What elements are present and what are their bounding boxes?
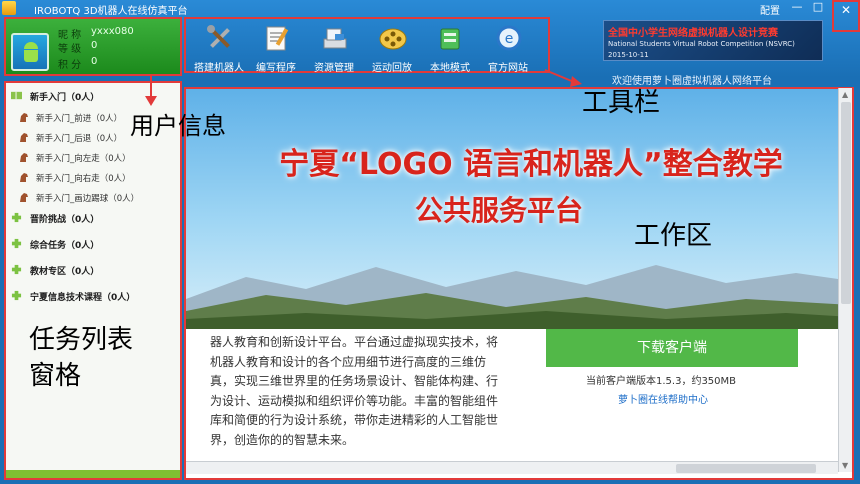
mountains-image bbox=[186, 265, 852, 329]
annotation-toolbar: 工具栏 bbox=[582, 88, 661, 118]
plus-icon bbox=[11, 290, 22, 301]
scroll-down-icon[interactable]: ▼ bbox=[842, 461, 848, 470]
hero-headline: 宁夏“LOGO 语言和机器人”整合教学 bbox=[279, 147, 783, 182]
book-icon bbox=[11, 91, 22, 100]
banner-title: 全国中小学生网络虚拟机器人设计竞赛 bbox=[608, 28, 778, 39]
svg-text:e: e bbox=[505, 31, 514, 47]
toolbar-label: 编写程序 bbox=[256, 63, 296, 74]
annotation-user-info: 用户信息 bbox=[130, 112, 226, 140]
toolbar: 搭建机器人 编写程序 资源管理 运动回放 本地模式 e 官方网站 bbox=[184, 17, 550, 74]
horizontal-scrollbar[interactable] bbox=[186, 461, 838, 474]
local-mode-icon bbox=[440, 28, 460, 50]
official-website-button[interactable]: e 官方网站 bbox=[480, 22, 536, 74]
resources-icon bbox=[323, 28, 347, 49]
scroll-thumb[interactable] bbox=[841, 102, 851, 304]
points-label: 积 分 bbox=[58, 60, 82, 71]
task-group-comprehensive[interactable]: 综合任务（0人） bbox=[10, 235, 180, 253]
write-program-button[interactable]: 编写程序 bbox=[248, 22, 304, 74]
vertical-scrollbar[interactable]: ▲ ▼ bbox=[838, 88, 852, 472]
minimize-button[interactable]: — bbox=[788, 0, 806, 14]
android-body-icon bbox=[24, 50, 38, 62]
level-value: 0 bbox=[91, 40, 98, 51]
scroll-up-icon[interactable]: ▲ bbox=[842, 90, 848, 99]
task-group-label: 教材专区（0人） bbox=[30, 267, 100, 277]
horse-icon bbox=[20, 153, 28, 162]
horse-icon bbox=[20, 173, 28, 182]
settings-button[interactable]: 配置 bbox=[760, 2, 780, 17]
horizontal-scroll-thumb[interactable] bbox=[676, 464, 816, 473]
avatar[interactable] bbox=[11, 33, 49, 71]
annotation-task-pane: 任务列表窗格 bbox=[29, 325, 134, 391]
task-item[interactable]: 新手入门_向右走（0人） bbox=[18, 168, 178, 186]
points-value: 0 bbox=[91, 56, 98, 67]
arrow-head bbox=[570, 76, 582, 87]
close-button[interactable]: ✕ bbox=[832, 0, 860, 32]
nickname-label: 昵 称 bbox=[58, 30, 82, 41]
platform-description: 器人教育和创新设计平台。平台通过虚拟现实技术，将机器人教育和设计的各个应用细节进… bbox=[210, 335, 499, 447]
horse-icon bbox=[20, 133, 28, 142]
title-bar: IROBOTQ 3D机器人在线仿真平台 配置 — □ ✕ bbox=[0, 0, 860, 32]
toolbar-label: 官方网站 bbox=[488, 63, 528, 74]
task-group-label: 综合任务（0人） bbox=[30, 241, 100, 251]
resource-management-button[interactable]: 资源管理 bbox=[306, 22, 362, 74]
task-pane-footer bbox=[6, 470, 180, 478]
hero-subheadline: 公共服务平台 bbox=[414, 194, 583, 227]
toolbar-label: 本地模式 bbox=[430, 63, 470, 74]
toolbar-label: 搭建机器人 bbox=[194, 63, 244, 74]
task-group-advanced[interactable]: 晋阶挑战（0人） bbox=[10, 209, 180, 227]
task-group-label: 宁夏信息技术课程（0人） bbox=[30, 293, 136, 303]
annotation-workspace: 工作区 bbox=[634, 221, 713, 251]
level-label: 等 级 bbox=[58, 44, 82, 55]
build-robot-button[interactable]: 搭建机器人 bbox=[191, 22, 247, 74]
android-icon bbox=[24, 42, 38, 49]
task-group-label: 晋阶挑战（0人） bbox=[30, 215, 100, 225]
plus-icon bbox=[11, 212, 22, 223]
download-client-button[interactable]: 下载客户端 bbox=[546, 329, 798, 367]
task-group-beginner[interactable]: 新手入门（0人） bbox=[10, 87, 180, 105]
user-info-panel: 昵 称 yxxx080 等 级 0 积 分 0 bbox=[4, 17, 182, 76]
task-item[interactable]: 新手入门_画边踢球（0人） bbox=[18, 188, 178, 206]
client-version-text: 当前客户端版本1.5.3，约350MB bbox=[586, 376, 737, 387]
window-title: IROBOTQ 3D机器人在线仿真平台 bbox=[34, 6, 188, 17]
app-logo-icon bbox=[2, 1, 16, 15]
motion-playback-button[interactable]: 运动回放 bbox=[364, 22, 420, 74]
task-group-ningxia-course[interactable]: 宁夏信息技术课程（0人） bbox=[10, 287, 180, 305]
app-window: IROBOTQ 3D机器人在线仿真平台 配置 — □ ✕ 昵 称 yxxx080… bbox=[0, 0, 860, 484]
help-center-link[interactable]: 萝卜圈在线帮助中心 bbox=[618, 391, 708, 406]
maximize-button[interactable]: □ bbox=[809, 0, 827, 14]
plus-icon bbox=[11, 264, 22, 275]
task-group-textbook[interactable]: 教材专区（0人） bbox=[10, 261, 180, 279]
film-reel-icon bbox=[379, 28, 407, 50]
hero-banner: 宁夏“LOGO 语言和机器人”整合教学 公共服务平台 bbox=[186, 89, 852, 329]
plus-icon bbox=[11, 238, 22, 249]
task-item-label: 新手入门_后退（0人） bbox=[36, 134, 123, 144]
browser-icon: e bbox=[496, 25, 522, 51]
local-mode-button[interactable]: 本地模式 bbox=[422, 22, 478, 74]
nickname-value: yxxx080 bbox=[91, 26, 134, 37]
task-item-label: 新手入门_画边踢球（0人） bbox=[36, 194, 140, 204]
task-item-label: 新手入门_向右走（0人） bbox=[36, 174, 131, 184]
task-item[interactable]: 新手入门_向左走（0人） bbox=[18, 148, 178, 166]
tools-icon bbox=[207, 25, 230, 48]
toolbar-label: 资源管理 bbox=[314, 63, 354, 74]
competition-banner[interactable]: 全国中小学生网络虚拟机器人设计竞赛 National Students Virt… bbox=[603, 20, 823, 61]
task-group-label: 新手入门（0人） bbox=[30, 93, 100, 103]
horse-icon bbox=[20, 193, 28, 202]
program-icon bbox=[266, 26, 289, 51]
toolbar-label: 运动回放 bbox=[372, 63, 412, 74]
workspace: 宁夏“LOGO 语言和机器人”整合教学 公共服务平台 器人教育和创新设计平台。平… bbox=[184, 87, 854, 480]
banner-date: 2015-10-11 bbox=[608, 51, 649, 59]
horse-icon bbox=[20, 113, 28, 122]
task-item-label: 新手入门_前进（0人） bbox=[36, 114, 123, 124]
banner-subtitle: National Students Virtual Robot Competit… bbox=[608, 40, 795, 48]
task-item-label: 新手入门_向左走（0人） bbox=[36, 154, 131, 164]
